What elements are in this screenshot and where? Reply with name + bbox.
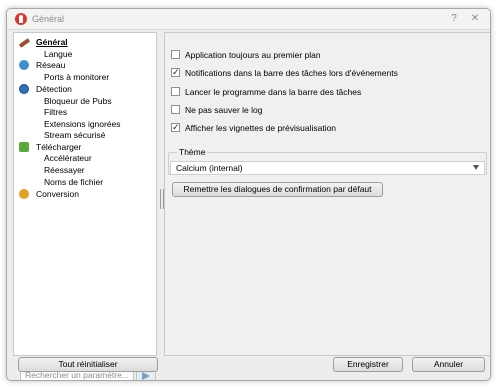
sidebar-item-network[interactable]: Réseau	[19, 59, 66, 71]
checkbox[interactable]	[171, 87, 180, 96]
conversion-icon	[19, 189, 29, 199]
sidebar-item-label: Réessayer	[44, 165, 85, 175]
help-button[interactable]: ?	[447, 12, 461, 25]
theme-label: Thème	[177, 146, 208, 158]
download-icon	[19, 142, 29, 152]
sidebar-item-detection[interactable]: Détection	[19, 83, 72, 95]
sidebar-item-label: Accélérateur	[44, 153, 92, 163]
option-label: Lancer le programme dans la barre des tâ…	[185, 87, 362, 97]
sidebar-item-ports[interactable]: Ports à monitorer	[44, 71, 109, 83]
option-label: Afficher les vignettes de prévisualisati…	[185, 123, 337, 133]
settings-sidebar: Général Langue Réseau Ports à monitorer …	[13, 32, 157, 380]
option-label: Notifications dans la barre des tâches l…	[185, 68, 398, 78]
sidebar-item-label: Extensions ignorées	[44, 119, 121, 129]
theme-value: Calcium (internal)	[176, 163, 243, 173]
sidebar-item-label: Noms de fichier	[44, 177, 104, 187]
sidebar-item-label: Général	[36, 37, 68, 47]
sidebar-item-conversion[interactable]: Conversion	[19, 188, 79, 200]
sidebar-item-label: Bloqueur de Pubs	[44, 96, 112, 106]
sidebar-item-general[interactable]: Général	[18, 36, 68, 48]
sidebar-item-label: Réseau	[36, 60, 66, 70]
checkbox[interactable]	[171, 50, 180, 59]
reset-all-button[interactable]: Tout réinitialiser	[18, 357, 158, 372]
sidebar-item-label: Télécharger	[36, 142, 82, 152]
option-label: Ne pas sauver le log	[185, 105, 263, 115]
network-icon	[19, 60, 29, 70]
reset-dialogs-button[interactable]: Remettre les dialogues de confirmation p…	[172, 182, 383, 197]
settings-icon	[18, 38, 31, 48]
checkbox-checked[interactable]: ✓	[171, 123, 180, 132]
option-label: Application toujours au premier plan	[185, 50, 321, 60]
sidebar-item-secure-stream[interactable]: Stream sécurisé	[44, 129, 105, 141]
close-button[interactable]: ✕	[468, 12, 482, 25]
dropdown-arrow-icon	[473, 165, 479, 170]
sidebar-item-label: Détection	[36, 84, 72, 94]
sidebar-item-label: Filtres	[44, 107, 68, 117]
sidebar-item-filters[interactable]: Filtres	[44, 106, 67, 118]
detection-icon	[19, 84, 29, 94]
settings-window: Général ? ✕ Général Langue Réseau Ports …	[6, 8, 491, 381]
sidebar-item-filenames[interactable]: Noms de fichier	[44, 176, 103, 188]
sidebar-item-accelerator[interactable]: Accélérateur	[44, 152, 92, 164]
sidebar-item-label: Conversion	[36, 189, 79, 199]
checkbox-checked[interactable]: ✓	[171, 68, 180, 77]
checkbox[interactable]	[171, 105, 180, 114]
cancel-button[interactable]: Annuler	[412, 357, 485, 372]
sidebar-item-label: Ports à monitorer	[44, 72, 110, 82]
save-button[interactable]: Enregistrer	[333, 357, 403, 372]
sidebar-item-label: Langue	[44, 49, 73, 59]
settings-panel: Application toujours au premier plan ✓ N…	[164, 32, 490, 356]
sidebar-item-retry[interactable]: Réessayer	[44, 164, 85, 176]
sidebar-item-label: Stream sécurisé	[44, 130, 106, 140]
title-bar: Général ? ✕	[7, 9, 490, 30]
app-logo-icon	[15, 13, 27, 25]
window-title: Général	[32, 14, 65, 24]
theme-dropdown[interactable]: Calcium (internal)	[170, 161, 485, 175]
